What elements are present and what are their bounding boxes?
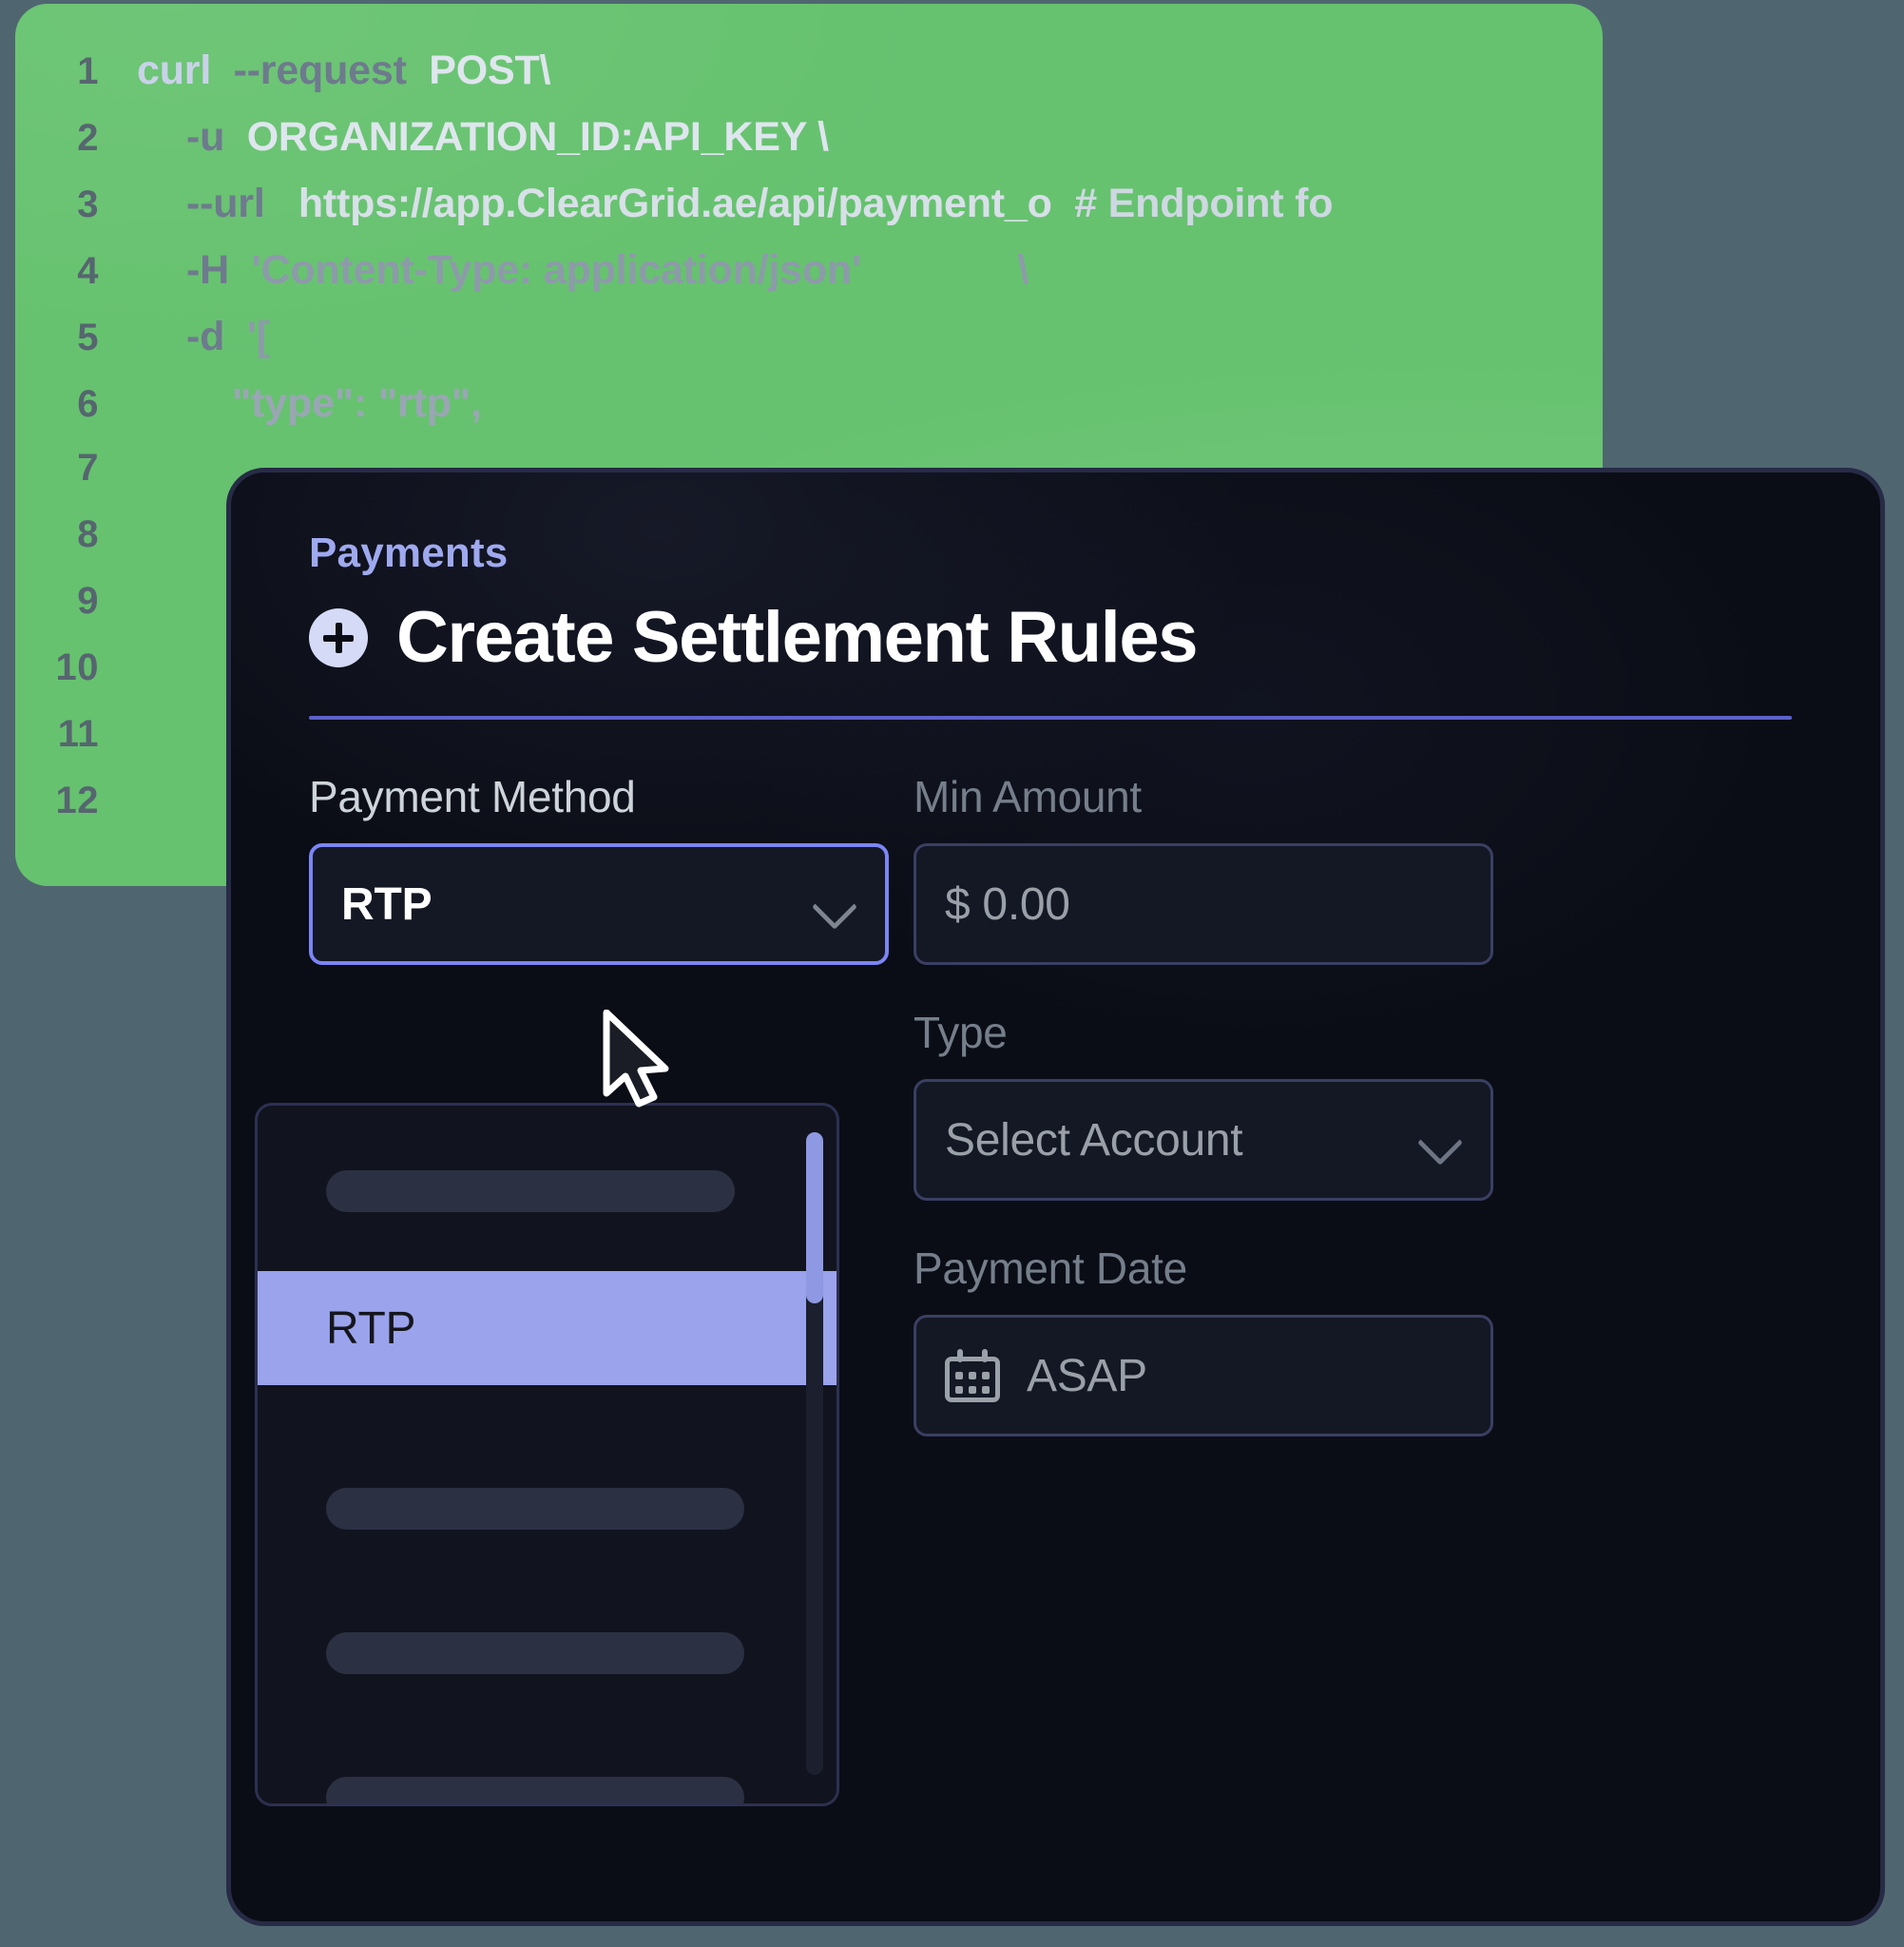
code-line-text: -H 'Content-Type: application/json' \ bbox=[186, 247, 1029, 293]
code-line: 2 -u ORGANIZATION_ID:API_KEY \ bbox=[15, 114, 1603, 181]
page-title: Create Settlement Rules bbox=[396, 597, 1199, 678]
code-line: 4 -H 'Content-Type: application/json' \ bbox=[15, 247, 1603, 314]
payment-date-placeholder: ASAP bbox=[1027, 1350, 1147, 1401]
type-select[interactable]: Select Account bbox=[914, 1079, 1493, 1201]
dropdown-option-rtp[interactable]: RTP bbox=[258, 1271, 837, 1385]
dropdown-option-label: RTP bbox=[326, 1302, 416, 1354]
dropdown-skeleton-row[interactable] bbox=[326, 1777, 744, 1803]
calendar-icon bbox=[945, 1349, 1000, 1402]
line-number: 6 bbox=[77, 383, 99, 425]
line-number: 3 bbox=[77, 183, 99, 225]
payment-date-input[interactable]: ASAP bbox=[914, 1315, 1493, 1436]
title-divider bbox=[309, 716, 1792, 720]
line-number: 5 bbox=[77, 317, 99, 358]
code-line: 6 "type": "rtp", bbox=[15, 380, 1603, 447]
code-line: 1 curl --request POST\ bbox=[15, 48, 1603, 114]
modal-title-row: Create Settlement Rules bbox=[309, 602, 1831, 674]
line-number: 4 bbox=[77, 250, 99, 292]
line-number: 11 bbox=[57, 713, 99, 755]
code-line-text: curl --request POST\ bbox=[137, 48, 551, 93]
line-number: 10 bbox=[55, 646, 99, 688]
dropdown-skeleton-row[interactable] bbox=[326, 1488, 744, 1530]
dropdown-skeleton-row[interactable] bbox=[326, 1170, 735, 1212]
line-number: 9 bbox=[77, 580, 99, 622]
payment-method-label: Payment Method bbox=[309, 772, 636, 821]
line-number: 12 bbox=[55, 780, 99, 821]
field-spacer bbox=[914, 965, 1493, 1007]
line-number: 7 bbox=[77, 447, 99, 489]
payment-method-select[interactable]: RTP bbox=[309, 843, 889, 965]
min-amount-label: Min Amount bbox=[914, 772, 1142, 821]
dropdown-option-list: RTP bbox=[258, 1106, 837, 1803]
dropdown-skeleton-row[interactable] bbox=[326, 1632, 744, 1674]
payment-method-dropdown[interactable]: RTP bbox=[255, 1103, 839, 1806]
breadcrumb-payments[interactable]: Payments bbox=[309, 530, 1831, 577]
field-spacer bbox=[914, 1201, 1493, 1243]
min-amount-input[interactable]: $ 0.00 bbox=[914, 843, 1493, 965]
type-label: Type bbox=[914, 1008, 1008, 1057]
code-line-text: "type": "rtp", bbox=[232, 380, 482, 426]
code-line: 3 --url https://app.ClearGrid.ae/api/pay… bbox=[15, 181, 1603, 247]
line-number: 1 bbox=[77, 50, 99, 92]
line-number: 8 bbox=[77, 513, 99, 555]
type-placeholder: Select Account bbox=[945, 1114, 1243, 1166]
plus-circle-icon[interactable] bbox=[309, 608, 368, 667]
scrollbar-thumb[interactable] bbox=[806, 1132, 823, 1303]
min-amount-placeholder: $ 0.00 bbox=[945, 878, 1070, 930]
chevron-down-icon bbox=[811, 883, 858, 931]
code-line-text: --url https://app.ClearGrid.ae/api/payme… bbox=[186, 181, 1334, 226]
payment-date-label: Payment Date bbox=[914, 1243, 1187, 1293]
dropdown-scrollbar[interactable] bbox=[806, 1132, 823, 1775]
payment-method-value: RTP bbox=[341, 878, 433, 930]
code-line-text: -d '[ bbox=[186, 314, 270, 359]
code-line: 5 -d '[ bbox=[15, 314, 1603, 380]
code-line-text: -u ORGANIZATION_ID:API_KEY \ bbox=[186, 114, 829, 160]
form-column-right: Min Amount $ 0.00 Type Select Account Pa… bbox=[914, 771, 1493, 1436]
screen-canvas: 1 curl --request POST\ 2 -u ORGANIZATION… bbox=[0, 0, 1904, 1947]
chevron-down-icon bbox=[1416, 1119, 1464, 1166]
line-number: 2 bbox=[77, 117, 99, 159]
